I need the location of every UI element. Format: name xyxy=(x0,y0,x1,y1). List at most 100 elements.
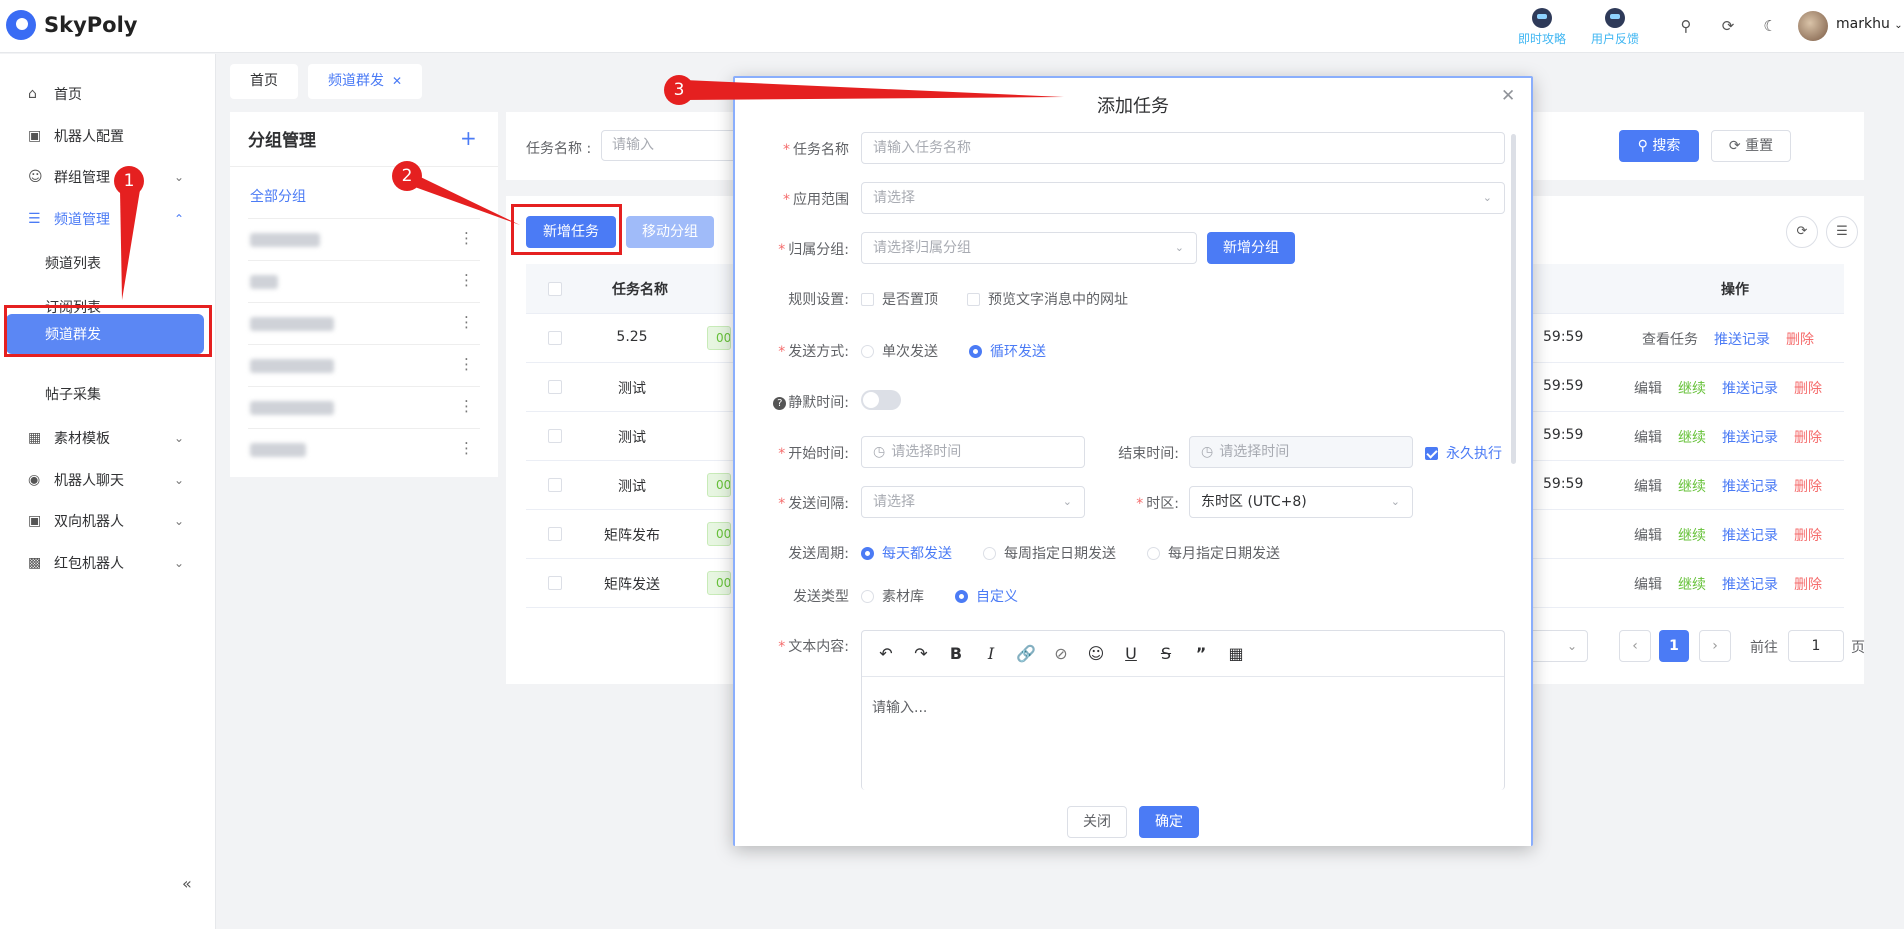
add-group-icon[interactable]: + xyxy=(460,126,477,150)
sidebar-item-channel-mgmt[interactable]: ☰ 频道管理 ⌃ xyxy=(0,201,216,237)
edit-link[interactable]: 编辑 xyxy=(1634,378,1662,398)
close-icon[interactable]: ✕ xyxy=(1501,86,1515,106)
quote-icon[interactable]: ” xyxy=(1189,644,1213,663)
goto-page-input[interactable]: 1 xyxy=(1788,630,1844,662)
row-checkbox[interactable] xyxy=(548,331,562,345)
dialog-scrollbar[interactable] xyxy=(1511,134,1516,464)
prev-page-button[interactable]: ‹ xyxy=(1619,630,1651,662)
group-item[interactable]: ⋮ xyxy=(248,260,480,302)
feedback-button[interactable]: 用户反馈 xyxy=(1585,8,1645,47)
push-record-link[interactable]: 推送记录 xyxy=(1722,525,1778,545)
interval-select[interactable]: 请选择 ⌄ xyxy=(861,486,1085,518)
push-record-link[interactable]: 推送记录 xyxy=(1714,329,1770,349)
undo-icon[interactable]: ↶ xyxy=(874,644,898,663)
sidebar-item-bot-config[interactable]: ▣ 机器人配置 xyxy=(0,118,216,154)
column-settings-icon[interactable]: ☰ xyxy=(1826,216,1858,248)
sidebar-item-group-mgmt[interactable]: ☺ 群组管理 ⌄ xyxy=(0,159,216,195)
continue-link[interactable]: 继续 xyxy=(1678,378,1706,398)
push-record-link[interactable]: 推送记录 xyxy=(1722,476,1778,496)
silent-time-switch[interactable] xyxy=(861,390,901,410)
redo-icon[interactable]: ↷ xyxy=(909,644,933,663)
logo[interactable]: SkyPoly xyxy=(6,10,138,40)
more-icon[interactable]: ⋮ xyxy=(459,313,474,331)
continue-link[interactable]: 继续 xyxy=(1678,476,1706,496)
collapse-sidebar-icon[interactable]: « xyxy=(182,874,192,893)
sidebar-item-channel-list[interactable]: 频道列表 xyxy=(0,245,216,281)
next-page-button[interactable]: › xyxy=(1699,630,1731,662)
sidebar-item-home[interactable]: ⌂ 首页 xyxy=(0,76,216,112)
view-task-link[interactable]: 查看任务 xyxy=(1642,329,1698,349)
reset-button[interactable]: ⟳ 重置 xyxy=(1711,130,1791,162)
link-icon[interactable]: 🔗 xyxy=(1014,644,1038,663)
moon-icon[interactable]: ☾ xyxy=(1760,16,1780,36)
push-record-link[interactable]: 推送记录 xyxy=(1722,574,1778,594)
strikethrough-icon[interactable]: S xyxy=(1154,644,1178,663)
more-icon[interactable]: ⋮ xyxy=(459,397,474,415)
period-daily-radio[interactable]: 每天都发送 xyxy=(861,543,952,563)
scope-select[interactable]: 请选择 ⌄ xyxy=(861,182,1505,214)
sidebar-item-post-collect[interactable]: 帖子采集 xyxy=(0,376,216,412)
page-size-select[interactable]: ⌄ xyxy=(1526,630,1588,662)
edit-link[interactable]: 编辑 xyxy=(1634,427,1662,447)
continue-link[interactable]: 继续 xyxy=(1678,525,1706,545)
delete-link[interactable]: 删除 xyxy=(1786,329,1814,349)
period-monthly-radio[interactable]: 每月指定日期发送 xyxy=(1147,543,1280,563)
delete-link[interactable]: 删除 xyxy=(1794,427,1822,447)
push-record-link[interactable]: 推送记录 xyxy=(1722,427,1778,447)
start-time-picker[interactable]: ◷ 请选择时间 xyxy=(861,436,1085,468)
row-checkbox[interactable] xyxy=(548,576,562,590)
search-icon[interactable]: ⚲ xyxy=(1676,16,1696,36)
edit-link[interactable]: 编辑 xyxy=(1634,525,1662,545)
italic-icon[interactable]: I xyxy=(979,644,1003,663)
sidebar-item-bot-chat[interactable]: ◉ 机器人聊天 ⌄ xyxy=(0,462,216,498)
group-item[interactable]: ⋮ xyxy=(248,218,480,260)
push-record-link[interactable]: 推送记录 xyxy=(1722,378,1778,398)
period-weekly-radio[interactable]: 每周指定日期发送 xyxy=(983,543,1116,563)
search-button[interactable]: ⚲ 搜索 xyxy=(1619,130,1699,162)
current-page[interactable]: 1 xyxy=(1659,630,1689,662)
type-custom-radio[interactable]: 自定义 xyxy=(955,586,1018,606)
group-item[interactable]: ⋮ xyxy=(248,344,480,386)
quick-start-button[interactable]: 即时攻略 xyxy=(1512,8,1572,47)
edit-link[interactable]: 编辑 xyxy=(1634,476,1662,496)
more-icon[interactable]: ⋮ xyxy=(459,355,474,373)
end-time-picker[interactable]: ◷ 请选择时间 xyxy=(1189,436,1413,468)
sidebar-item-two-way-bot[interactable]: ▣ 双向机器人 ⌄ xyxy=(0,503,216,539)
continue-link[interactable]: 继续 xyxy=(1678,574,1706,594)
task-name-input[interactable]: 请输入任务名称 xyxy=(861,132,1505,164)
group-item[interactable]: ⋮ xyxy=(248,386,480,428)
continue-link[interactable]: 继续 xyxy=(1678,427,1706,447)
sidebar-item-templates[interactable]: ▦ 素材模板 ⌄ xyxy=(0,420,216,456)
sidebar-item-red-packet-bot[interactable]: ▩ 红包机器人 ⌄ xyxy=(0,545,216,581)
close-button[interactable]: 关闭 xyxy=(1067,806,1127,838)
more-icon[interactable]: ⋮ xyxy=(459,271,474,289)
forever-checkbox[interactable]: 永久执行 xyxy=(1425,443,1502,463)
group-item[interactable]: ⋮ xyxy=(248,428,480,470)
emoji-icon[interactable]: ☺ xyxy=(1084,644,1108,663)
tab-channel-broadcast[interactable]: 频道群发 ✕ xyxy=(308,64,423,99)
bold-icon[interactable]: B xyxy=(944,644,968,663)
avatar[interactable] xyxy=(1798,11,1828,41)
delete-link[interactable]: 删除 xyxy=(1794,525,1822,545)
row-checkbox[interactable] xyxy=(548,527,562,541)
unlink-icon[interactable]: ⊘ xyxy=(1049,644,1073,663)
timezone-select[interactable]: 东时区 (UTC+8) ⌄ xyxy=(1189,486,1413,518)
group-all[interactable]: 全部分组 xyxy=(250,186,306,206)
send-loop-radio[interactable]: 循环发送 xyxy=(969,341,1046,361)
username[interactable]: markhu ⌄ xyxy=(1836,16,1903,32)
type-library-radio[interactable]: 素材库 xyxy=(861,586,924,606)
row-checkbox[interactable] xyxy=(548,380,562,394)
tab-home[interactable]: 首页 xyxy=(230,64,298,99)
new-group-button[interactable]: 新增分组 xyxy=(1207,232,1295,264)
edit-link[interactable]: 编辑 xyxy=(1634,574,1662,594)
editor-placeholder[interactable]: 请输入... xyxy=(872,697,927,717)
close-icon[interactable]: ✕ xyxy=(392,74,402,88)
delete-link[interactable]: 删除 xyxy=(1794,476,1822,496)
delete-link[interactable]: 删除 xyxy=(1794,574,1822,594)
question-icon[interactable]: ? xyxy=(773,397,787,410)
row-checkbox[interactable] xyxy=(548,478,562,492)
more-icon[interactable]: ⋮ xyxy=(459,439,474,457)
move-group-button[interactable]: 移动分组 xyxy=(626,216,714,248)
confirm-button[interactable]: 确定 xyxy=(1139,806,1199,838)
group-select[interactable]: 请选择归属分组 ⌄ xyxy=(861,232,1197,264)
